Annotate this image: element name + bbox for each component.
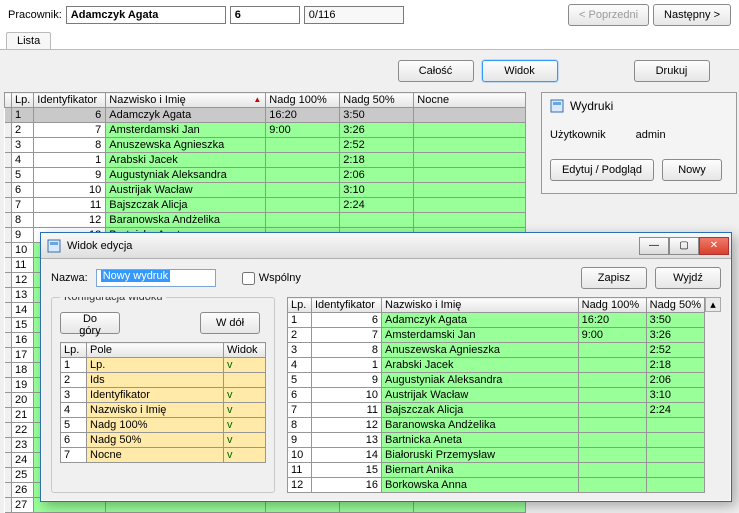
preview-row[interactable]: 711Bajszczak Alicja2:24	[288, 403, 705, 418]
config-table[interactable]: Lp.PoleWidok 1Lp.v2Ids3Identyfikatorv4Na…	[60, 342, 266, 463]
main-col-header[interactable]: Nazwisko i Imię▲	[106, 93, 266, 108]
table-row[interactable]: 16Adamczyk Agata16:203:50	[5, 108, 526, 123]
dialog-title: Widok edycja	[67, 240, 132, 252]
cfg-col-header[interactable]: Lp.	[61, 343, 87, 358]
preview-table[interactable]: Lp.IdentyfikatorNazwisko i ImięNadg 100%…	[287, 297, 705, 493]
cfg-row[interactable]: 4Nazwisko i Imięv	[61, 403, 266, 418]
move-down-button[interactable]: W dół	[200, 312, 260, 334]
edit-preview-button[interactable]: Edytuj / Podgląd	[550, 159, 654, 181]
preview-row[interactable]: 812Baranowska Andżelika	[288, 418, 705, 433]
employee-label: Pracownik:	[8, 9, 62, 21]
scroll-up-arrow[interactable]: ▴	[705, 297, 721, 312]
progress-field	[304, 6, 404, 24]
cfg-row[interactable]: 2Ids	[61, 373, 266, 388]
dialog-titlebar[interactable]: Widok edycja — ▢ ✕	[41, 233, 731, 259]
exit-button[interactable]: Wyjdź	[655, 267, 721, 289]
cfg-row[interactable]: 3Identyfikatorv	[61, 388, 266, 403]
preview-grid-wrap: Lp.IdentyfikatorNazwisko i ImięNadg 100%…	[287, 297, 721, 493]
table-row[interactable]: 610Austrijak Wacław3:10	[5, 183, 526, 198]
drukuj-button[interactable]: Drukuj	[634, 60, 710, 82]
preview-row[interactable]: 1115Biernart Anika	[288, 463, 705, 478]
user-value: admin	[636, 129, 666, 141]
table-row[interactable]: 27Amsterdamski Jan9:003:26	[5, 123, 526, 138]
main-col-header[interactable]: Nocne	[414, 93, 526, 108]
config-legend: Konfiguracja widoku	[60, 297, 166, 303]
table-row[interactable]: 41Arabski Jacek2:18	[5, 153, 526, 168]
print-panel-title: Wydruki	[570, 99, 613, 113]
widok-button[interactable]: Widok	[482, 60, 558, 82]
main-col-header[interactable]: Identyfikator	[34, 93, 106, 108]
config-group: Konfiguracja widoku Do góry W dół Lp.Pol…	[51, 297, 275, 493]
name-label: Nazwa:	[51, 272, 88, 284]
view-edit-dialog: Widok edycja — ▢ ✕ Nazwa: Nowy wydruk Ws…	[40, 232, 732, 502]
cfg-col-header[interactable]: Widok	[224, 343, 266, 358]
preview-row[interactable]: 1216Borkowska Anna	[288, 478, 705, 493]
preview-col-header[interactable]: Nadg 100%	[578, 298, 646, 313]
user-label: Użytkownik	[550, 129, 606, 141]
main-col-header[interactable]: Nadg 50%	[340, 93, 414, 108]
preview-row[interactable]: 59Augustyniak Aleksandra2:06	[288, 373, 705, 388]
cfg-row[interactable]: 7Nocnev	[61, 448, 266, 463]
preview-row[interactable]: 27Amsterdamski Jan9:003:26	[288, 328, 705, 343]
preview-row[interactable]: 1014Białoruski Przemysław	[288, 448, 705, 463]
calosc-button[interactable]: Całość	[398, 60, 474, 82]
table-row[interactable]: 812Baranowska Andżelika	[5, 213, 526, 228]
cfg-row[interactable]: 1Lp.v	[61, 358, 266, 373]
common-checkbox[interactable]: Wspólny	[242, 272, 301, 285]
preview-col-header[interactable]: Nadg 50%	[646, 298, 704, 313]
cfg-col-header[interactable]: Pole	[87, 343, 224, 358]
new-button[interactable]: Nowy	[662, 159, 722, 181]
employee-id-field[interactable]	[230, 6, 300, 24]
cfg-row[interactable]: 6Nadg 50%v	[61, 433, 266, 448]
preview-row[interactable]: 610Austrijak Wacław3:10	[288, 388, 705, 403]
name-input[interactable]: Nowy wydruk	[96, 269, 216, 287]
sort-indicator-icon: ▲	[253, 95, 261, 104]
main-col-header[interactable]: Nadg 100%	[266, 93, 340, 108]
dialog-icon	[47, 239, 61, 253]
main-col-header[interactable]: Lp.	[12, 93, 34, 108]
preview-row[interactable]: 16Adamczyk Agata16:203:50	[288, 313, 705, 328]
employee-name-field[interactable]	[66, 6, 226, 24]
tab-bar: Lista	[0, 30, 739, 50]
preview-row[interactable]: 41Arabski Jacek2:18	[288, 358, 705, 373]
employee-nav-bar: Pracownik: < Poprzedni Następny >	[0, 0, 739, 30]
close-button[interactable]: ✕	[699, 237, 729, 255]
preview-col-header[interactable]: Lp.	[288, 298, 312, 313]
dialog-top-row: Nazwa: Nowy wydruk Wspólny Zapisz Wyjdź	[51, 267, 721, 289]
tab-lista[interactable]: Lista	[6, 32, 51, 49]
maximize-button[interactable]: ▢	[669, 237, 699, 255]
preview-col-header[interactable]: Identyfikator	[312, 298, 382, 313]
minimize-button[interactable]: —	[639, 237, 669, 255]
next-button[interactable]: Następny >	[653, 4, 731, 26]
toolbar: Całość Widok Drukuj	[0, 50, 739, 92]
preview-row[interactable]: 38Anuszewska Agnieszka2:52	[288, 343, 705, 358]
preview-col-header[interactable]: Nazwisko i Imię	[382, 298, 579, 313]
table-row[interactable]: 59Augustyniak Aleksandra2:06	[5, 168, 526, 183]
move-up-button[interactable]: Do góry	[60, 312, 120, 334]
table-row[interactable]: 711Bajszczak Alicja2:24	[5, 198, 526, 213]
print-panel: Wydruki Użytkownik admin Edytuj / Podglą…	[541, 92, 737, 194]
print-panel-icon	[550, 99, 564, 113]
table-row[interactable]: 38Anuszewska Agnieszka2:52	[5, 138, 526, 153]
preview-row[interactable]: 913Bartnicka Aneta	[288, 433, 705, 448]
prev-button[interactable]: < Poprzedni	[568, 4, 649, 26]
save-button[interactable]: Zapisz	[581, 267, 647, 289]
cfg-row[interactable]: 5Nadg 100%v	[61, 418, 266, 433]
